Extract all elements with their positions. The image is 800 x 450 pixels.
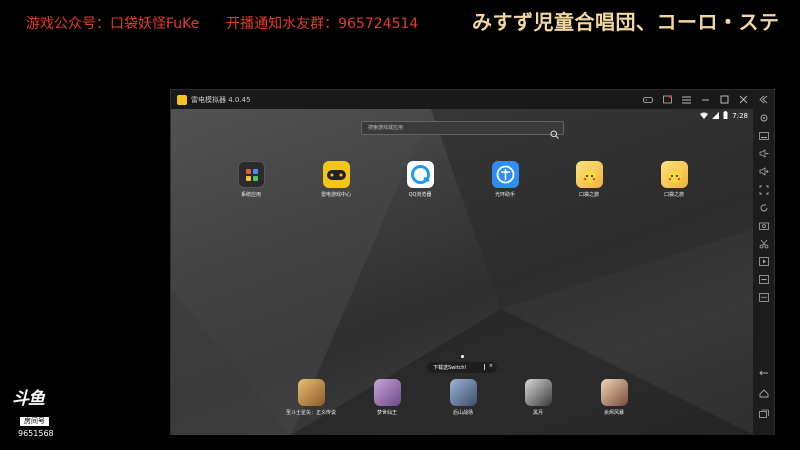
app-label: 口袋之旅 (578, 192, 599, 198)
pokemon-icon (660, 161, 688, 188)
apk-install-icon[interactable] (758, 274, 769, 285)
search-icon[interactable] (550, 124, 559, 139)
switch-promo-separator (484, 364, 485, 370)
game-center-icon (322, 161, 350, 188)
app-label: 后山战场 (452, 410, 473, 416)
douyu-room-id: 9651568 (18, 429, 54, 438)
overlay-group-number: 965724514 (338, 16, 419, 32)
switch-promo-text: 下载送Switch! (433, 365, 467, 371)
keyboard-icon[interactable] (758, 130, 769, 141)
battery-icon (723, 111, 728, 121)
app-saint-seiya[interactable]: 圣斗士星矢：正义传说 (281, 379, 341, 416)
app-game-2[interactable]: 梦世仙王 (357, 379, 417, 416)
search-placeholder: 搜索游戏或应用 (368, 125, 404, 131)
pokemon-icon (575, 161, 603, 188)
back-icon[interactable] (758, 368, 769, 379)
close-icon[interactable] (738, 95, 748, 105)
app-label: 圣斗士星矢：正义传说 (285, 410, 336, 416)
fullscreen-icon[interactable] (758, 184, 769, 195)
app-label: 雷电游戏中心 (320, 192, 351, 198)
douyu-logo: 斗鱼 (12, 389, 45, 409)
guanghuan-icon (491, 161, 519, 188)
ldplayer-logo-icon (177, 94, 187, 105)
qq-browser-icon (406, 161, 434, 188)
game-icon (600, 379, 628, 406)
emulator-window: 雷电模拟器 4.0.45 7:28 搜索游戏或应用 系统应用 雷电游戏中心 QQ… (170, 89, 775, 435)
notification-icon[interactable] (662, 95, 672, 105)
stream-overlay-header: 游戏公众号：口袋妖怪FuKe 开播通知水友群：965724514 みすず児童合唱… (0, 0, 800, 40)
overlay-group-label: 开播通知水友群： (226, 16, 339, 32)
clock: 7:28 (732, 112, 748, 120)
recent-apps-icon[interactable] (758, 408, 769, 419)
volume-up-icon[interactable] (758, 166, 769, 177)
douyu-room-label: 房间号 (20, 417, 49, 426)
more-icon[interactable] (758, 292, 769, 303)
overlay-song-title: みすず児童合唱団、コーロ・ステ (472, 10, 780, 34)
game-icon (524, 379, 552, 406)
maximize-icon[interactable] (719, 95, 729, 105)
app-label: 口袋之旅 (663, 192, 684, 198)
android-home-screen: 7:28 搜索游戏或应用 系统应用 雷电游戏中心 QQ浏览器 光环助手 口袋之旅… (171, 109, 754, 435)
minimize-icon[interactable] (700, 95, 710, 105)
app-label: 黑月 (532, 410, 543, 416)
wifi-icon (700, 112, 709, 121)
app-pokemon-2[interactable]: 口袋之旅 (644, 161, 704, 198)
emulator-sidebar (753, 90, 774, 435)
douyu-watermark: 斗鱼 房间号 9651568 (12, 390, 62, 438)
system-apps-icon (237, 161, 265, 188)
gamepad-icon[interactable] (643, 95, 653, 105)
titlebar-controls (643, 90, 748, 109)
app-label: 余烬风暴 (603, 410, 624, 416)
screenshot-icon[interactable] (758, 220, 769, 231)
app-label: QQ浏览器 (408, 192, 432, 198)
app-game-5[interactable]: 余烬风暴 (584, 379, 644, 416)
app-game-3[interactable]: 后山战场 (433, 379, 493, 416)
saint-seiya-icon (297, 379, 325, 406)
collapse-icon[interactable] (758, 94, 769, 105)
app-pokemon-1[interactable]: 口袋之旅 (559, 161, 619, 198)
rotate-icon[interactable] (758, 202, 769, 213)
scissors-icon[interactable] (758, 238, 769, 249)
volume-down-icon[interactable] (758, 148, 769, 159)
app-game-center[interactable]: 雷电游戏中心 (306, 161, 366, 198)
overlay-official-account: 游戏公众号：口袋妖怪FuKe (26, 16, 200, 32)
app-qq-browser[interactable]: QQ浏览器 (390, 161, 450, 198)
menu-icon[interactable] (681, 95, 691, 105)
emulator-titlebar: 雷电模拟器 4.0.45 (171, 90, 754, 109)
close-icon[interactable]: × (489, 363, 493, 369)
app-game-4[interactable]: 黑月 (508, 379, 568, 416)
settings-icon[interactable] (758, 112, 769, 123)
page-indicator (461, 355, 464, 358)
home-icon[interactable] (758, 388, 769, 399)
app-label: 光环助手 (494, 192, 515, 198)
signal-icon (712, 111, 720, 121)
app-system-apps[interactable]: 系统应用 (221, 161, 281, 198)
switch-promo-banner[interactable]: 下载送Switch! × (427, 362, 497, 373)
game-icon (373, 379, 401, 406)
status-bar: 7:28 (700, 111, 748, 121)
game-icon (449, 379, 477, 406)
overlay-left-text: 游戏公众号：口袋妖怪FuKe 开播通知水友群：965724514 (26, 13, 418, 33)
app-guanghuan[interactable]: 光环助手 (475, 161, 535, 198)
app-label: 梦世仙王 (376, 410, 397, 416)
emulator-title: 雷电模拟器 4.0.45 (191, 95, 251, 104)
video-record-icon[interactable] (758, 256, 769, 267)
app-label: 系统应用 (240, 192, 261, 198)
app-search-bar[interactable]: 搜索游戏或应用 (361, 121, 564, 139)
